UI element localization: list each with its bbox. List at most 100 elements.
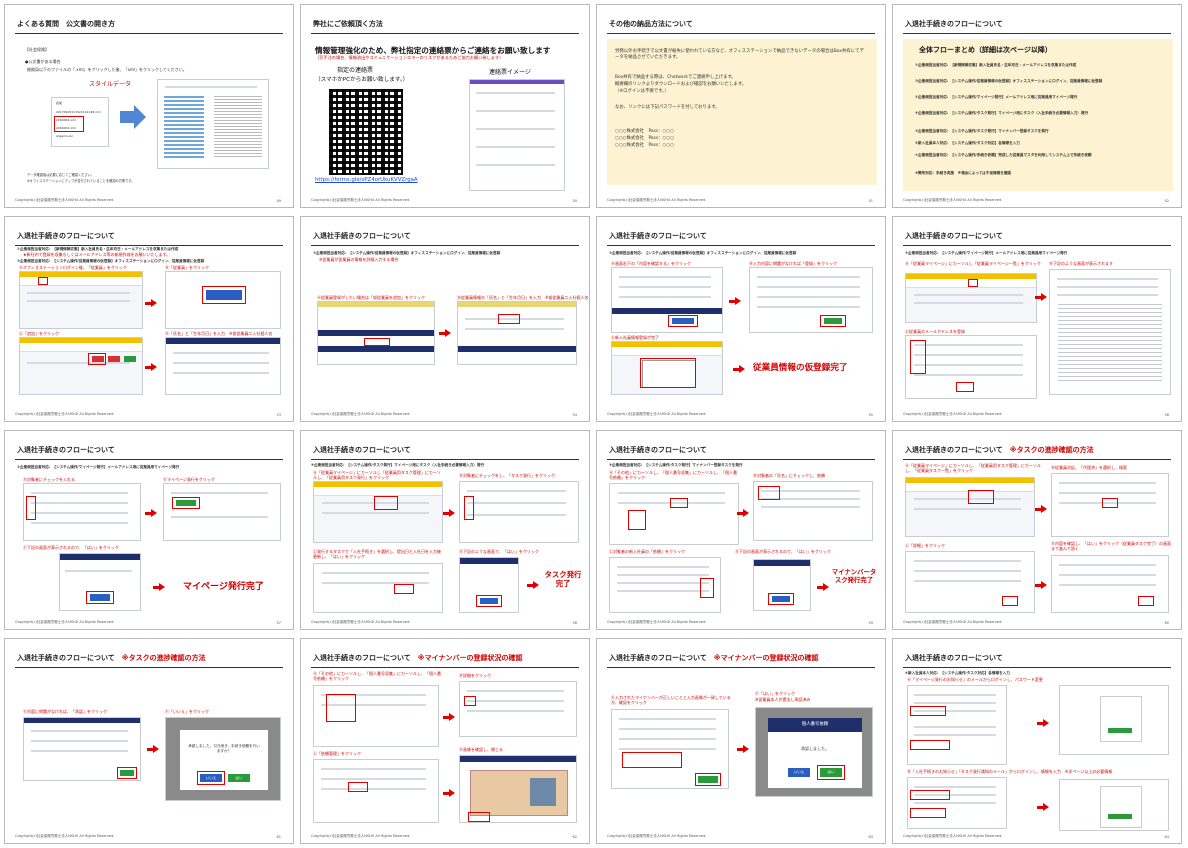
step-d: Ⓓ下記のような画面で、「はい」をクリック [459, 549, 539, 554]
file-row: 20170905111522112148.xml [56, 110, 101, 114]
slide-61[interactable]: 入退社手続きのフローについて ※タスクの進捗確認の方法 Ⓔ内容に問題がなければ、… [4, 638, 294, 844]
screenshot-f [59, 553, 141, 611]
title-note: ※タスクの進捗確認の方法 [1009, 446, 1094, 454]
preview-text [214, 96, 262, 158]
highlight-box [468, 812, 490, 822]
screenshot-c [611, 341, 723, 395]
screenshot-a [905, 273, 1037, 323]
page-number: 51 [868, 199, 873, 203]
title-main: 入退社手続きのフローについて [17, 654, 115, 662]
footer: Copyright(c)社会保険労務士法人NSHU All Rights Res… [607, 412, 707, 416]
slide-56[interactable]: 入退社手続きのフローについて ③企業側担当者対応：【システム操作/マイページ発行… [892, 216, 1182, 422]
next-arrow-icon [729, 297, 741, 305]
page-number: 52 [1164, 199, 1169, 203]
screenshot-a [317, 301, 435, 365]
slide-60[interactable]: 入退社手続きのフローについて ※タスクの進捗確認の方法 Ⓐ「従業員マイページ」に… [892, 430, 1182, 630]
title-rule [607, 245, 875, 246]
screenshot-b [457, 301, 577, 365]
case-label: 【社会保険】 [25, 47, 49, 52]
step-b: Ⓑ対象者にチェックをし、「タスク発行」をクリック [459, 473, 555, 478]
slide-64[interactable]: 入退社手続きのフローについて ⑥新入社員本人対応：【システム操作/タスク対応】各… [892, 638, 1182, 844]
step-a: Ⓐ「マイページ発行のお知らせ」のメールからログインし、パスワード変更 [907, 677, 1043, 682]
title-note: ※マイナンバーの登録状況の確認 [417, 654, 523, 662]
step-e: Ⓔマイページ発行をクリック [163, 477, 215, 482]
slide-49[interactable]: よくある質問 公文書の開き方 【社会保険】 ●公文書がある場合 総務局以下のファ… [4, 4, 294, 208]
step-line-1: ②企業側担当者対応：【システム操作/従業員情報の仮登録】オフィスステーションにロ… [609, 251, 797, 255]
slide-54[interactable]: 入退社手続きのフローについて ②企業側担当者対応：【システム操作/従業員情報の仮… [300, 216, 590, 422]
title-note: ※タスクの進捗確認の方法 [121, 654, 206, 662]
screenshot-b [1049, 269, 1171, 395]
title-rule [15, 667, 283, 668]
slide-62[interactable]: 入退社手続きのフローについて ※マイナンバーの登録状況の確認 Ⓐ「その他」にカー… [300, 638, 590, 844]
password-row: ○○○株式会社 Pass：○○○ [615, 143, 675, 148]
preview-bars [164, 96, 204, 158]
email-screenshot [907, 685, 1007, 765]
page-number: 53 [276, 413, 281, 417]
slide-title: 入退社手続きのフローについて [17, 446, 115, 454]
step-c: Ⓒ対象者の新入社員の「依頼」をクリック [609, 549, 685, 554]
next-arrow-icon [527, 581, 539, 589]
step-c: Ⓒ従業員のメールアドレスを登録 [905, 329, 965, 334]
note-2: ※オフィスステーションにアップが並行されていることを確認の方策です。 [27, 179, 135, 183]
screenshot-b [459, 481, 579, 543]
yes-button-label: はい [235, 776, 243, 780]
slide-57[interactable]: 入退社手続きのフローについて ③企業側担当者対応：【システム操作/マイページ発行… [4, 430, 294, 630]
title-rule [903, 33, 1171, 34]
step-d: Ⓓ内容を確認し、「はい」をクリック（従業員タスク完了）の画面まで進んで頂く [1051, 541, 1171, 552]
slide-title: 入退社手続きのフローについて [609, 446, 707, 454]
next-arrow-icon [443, 509, 455, 517]
slide-title: 入退社手続きのフローについて [609, 232, 707, 240]
screenshot-c [19, 337, 143, 395]
flow-step: ①企業側担当者対応：【新規情報収集】新入社員氏名・生年月日・メールアドレスを収集… [915, 63, 1077, 67]
footer: Copyright(c)社会保険労務士法人NSHU All Rights Res… [311, 412, 411, 416]
step-e: Ⓔ内容に問題がなければ、「承認」をクリック [23, 709, 107, 714]
next-arrow-icon [733, 365, 745, 373]
slide-title: 入退社手続きのフローについて [313, 446, 411, 454]
form-url[interactable]: https://forms.gle/sPZ4orUkuKVVZrgaA [315, 177, 418, 183]
bullet-text: ●公文書がある場合 [25, 59, 61, 64]
screenshot-a [313, 481, 443, 543]
screenshot-a [313, 685, 439, 747]
text-block [1058, 304, 1162, 384]
slide-title: 入退社手続きのフローについて [905, 654, 1003, 662]
slide-52[interactable]: 入退社手続きのフローについて 全体フローまとめ（詳細は次ページ以降） ①企業側担… [892, 4, 1182, 208]
instruction-text: 総務局以下のファイルの「.xml」をクリックした後、「xml」をクリックしてくだ… [27, 67, 187, 72]
password-row: ○○○株式会社 Pass：○○○ [615, 136, 675, 141]
slide-title: 弊社にご依頼頂く方法 [313, 20, 383, 28]
slide-title: 入退社手続きのフローについて [313, 232, 411, 240]
step-c: Ⓒ新入社員情報登録が完了 [611, 335, 659, 340]
paragraph-5: なお、リンクには下記パスワードを付しております。 [615, 105, 720, 110]
step-c: Ⓒ「詳細」をクリック [905, 543, 945, 548]
slide-50[interactable]: 弊社にご依頼頂く方法 情報管理強化のため、弊社指定の連絡票からご連絡をお願い致し… [300, 4, 590, 208]
step-b: Ⓑ対象者の「氏名」にチェックし、依頼 [753, 473, 825, 478]
slide-59[interactable]: 入退社手続きのフローについて ⑤企業側担当者対応：【システム操作/タスク発行】マ… [596, 430, 886, 630]
slide-53[interactable]: 入退社手続きのフローについて ①企業側担当者対応：【新規情報収集】新入社員氏名・… [4, 216, 294, 422]
login-screenshot [1059, 685, 1169, 755]
style-data-label: スタイルデータ [89, 81, 132, 88]
completion-label: タスク発行完了 [543, 570, 583, 589]
page-number: 58 [572, 621, 577, 625]
yes-button[interactable]: はい [228, 774, 250, 782]
footer: Copyright(c)社会保険労務士法人NSHU All Rights Res… [311, 198, 411, 202]
slide-title: その他の納品方法について [609, 20, 693, 28]
step-c: Ⓒ発行するタスクで「入社手続き」を選択し、提出日と入社日を入力後更新し、「はい」… [313, 549, 441, 560]
next-arrow-icon [1035, 581, 1047, 589]
slide-63[interactable]: 入退社手続きのフローについて ※マイナンバーの登録状況の確認 Ⓔ入力されたマイナ… [596, 638, 886, 844]
slide-51[interactable]: その他の納品方法について 労務以外お手続きで公文書が紛失に使われている方など、オ… [596, 4, 886, 208]
title-rule [903, 245, 1171, 246]
step-b: Ⓑ「従業員」をクリック [165, 265, 209, 270]
slide-55[interactable]: 入退社手続きのフローについて ②企業側担当者対応：【システム操作/従業員情報の仮… [596, 216, 886, 422]
step-line-1: ③企業側担当者対応：【システム操作/マイページ発行】メールアドレス用に従業員用マ… [17, 465, 180, 469]
flow-step: ②企業側担当者対応：【システム操作/従業員情報の仮登録】オフィスステーションにロ… [915, 79, 1103, 83]
no-button[interactable]: いいえ [788, 768, 810, 777]
form-label: 指定の連絡票 [337, 67, 374, 74]
form-note: （スマホかPCからお願い致します。） [315, 77, 409, 83]
footer: Copyright(c)社会保険労務士法人NSHU All Rights Res… [311, 834, 411, 838]
slide-58[interactable]: 入退社手続きのフローについて ④企業側担当者対応：【システム操作/タスク発行】マ… [300, 430, 590, 630]
paragraph-3: 概要欄のリンクよりダウンロードおよび確認をお願いいたします。 [615, 82, 747, 87]
login-box [1100, 786, 1142, 828]
footer: Copyright(c)社会保険労務士法人NSHU All Rights Res… [311, 620, 411, 624]
title-rule [311, 667, 579, 668]
dialog-text: 承認しました。 [801, 746, 829, 751]
next-arrow-icon [737, 745, 749, 753]
